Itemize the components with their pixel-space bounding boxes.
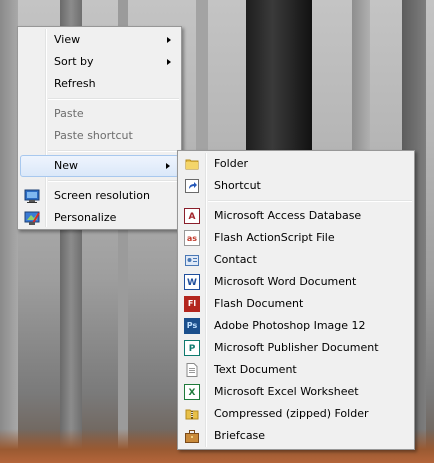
word-icon: W (184, 274, 200, 290)
submenu-item-briefcase[interactable]: Briefcase (180, 425, 412, 447)
submenu-item-flash-actionscript[interactable]: as Flash ActionScript File (180, 227, 412, 249)
menu-item-sort-by[interactable]: Sort by (20, 51, 179, 73)
submenu-item-photoshop-image[interactable]: Ps Adobe Photoshop Image 12 (180, 315, 412, 337)
menu-item-label: View (54, 33, 81, 46)
submenu-item-access-database[interactable]: A Microsoft Access Database (180, 205, 412, 227)
shortcut-icon (184, 178, 200, 194)
menu-separator (48, 150, 179, 152)
menu-item-label: Paste shortcut (54, 129, 133, 142)
folder-icon (184, 156, 200, 172)
submenu-item-text-document[interactable]: Text Document (180, 359, 412, 381)
menu-item-label: Paste (54, 107, 84, 120)
menu-item-label: Personalize (54, 211, 117, 224)
new-submenu: Folder Shortcut A Microsoft Access Datab… (177, 150, 415, 450)
submenu-item-label: Adobe Photoshop Image 12 (214, 319, 366, 332)
submenu-item-label: Folder (214, 157, 248, 170)
submenu-item-label: Shortcut (214, 179, 261, 192)
submenu-item-folder[interactable]: Folder (180, 153, 412, 175)
tree-trunk (0, 0, 18, 463)
submenu-item-label: Microsoft Access Database (214, 209, 362, 222)
submenu-item-label: Microsoft Publisher Document (214, 341, 379, 354)
contact-icon (184, 252, 200, 268)
submenu-item-shortcut[interactable]: Shortcut (180, 175, 412, 197)
submenu-item-label: Contact (214, 253, 257, 266)
submenu-item-publisher-document[interactable]: P Microsoft Publisher Document (180, 337, 412, 359)
menu-item-view[interactable]: View (20, 29, 179, 51)
menu-item-label: New (54, 159, 78, 172)
submenu-item-label: Briefcase (214, 429, 266, 442)
menu-item-label: Sort by (54, 55, 94, 68)
submenu-item-label: Microsoft Excel Worksheet (214, 385, 359, 398)
submenu-item-label: Text Document (214, 363, 297, 376)
submenu-item-label: Flash Document (214, 297, 304, 310)
submenu-item-flash-document[interactable]: Fl Flash Document (180, 293, 412, 315)
photoshop-icon: Ps (184, 318, 200, 334)
submenu-arrow-icon (167, 37, 171, 43)
menu-separator (208, 200, 412, 202)
menu-separator (48, 180, 179, 182)
menu-item-refresh[interactable]: Refresh (20, 73, 179, 95)
menu-item-new[interactable]: New (20, 155, 179, 177)
menu-separator (48, 98, 179, 100)
menu-item-screen-resolution[interactable]: Screen resolution (20, 185, 179, 207)
access-icon: A (184, 208, 200, 224)
submenu-arrow-icon (167, 59, 171, 65)
submenu-item-label: Microsoft Word Document (214, 275, 357, 288)
text-document-icon (184, 362, 200, 378)
submenu-arrow-icon (166, 163, 170, 169)
menu-item-paste[interactable]: Paste (20, 103, 179, 125)
flash-icon: Fl (184, 296, 200, 312)
submenu-item-contact[interactable]: Contact (180, 249, 412, 271)
menu-item-label: Refresh (54, 77, 96, 90)
submenu-item-zip-folder[interactable]: Compressed (zipped) Folder (180, 403, 412, 425)
submenu-item-label: Compressed (zipped) Folder (214, 407, 369, 420)
menu-item-paste-shortcut[interactable]: Paste shortcut (20, 125, 179, 147)
actionscript-icon: as (184, 230, 200, 246)
submenu-item-word-document[interactable]: W Microsoft Word Document (180, 271, 412, 293)
desktop-background[interactable]: View Sort by Refresh Paste Paste shortcu… (0, 0, 434, 463)
menu-item-personalize[interactable]: Personalize (20, 207, 179, 229)
screen-resolution-icon (24, 188, 40, 204)
zip-folder-icon (184, 406, 200, 422)
personalize-icon (24, 210, 40, 226)
submenu-item-label: Flash ActionScript File (214, 231, 335, 244)
desktop-context-menu: View Sort by Refresh Paste Paste shortcu… (17, 26, 182, 230)
briefcase-icon (184, 428, 200, 444)
menu-item-label: Screen resolution (54, 189, 150, 202)
excel-icon: X (184, 384, 200, 400)
submenu-item-excel-worksheet[interactable]: X Microsoft Excel Worksheet (180, 381, 412, 403)
publisher-icon: P (184, 340, 200, 356)
